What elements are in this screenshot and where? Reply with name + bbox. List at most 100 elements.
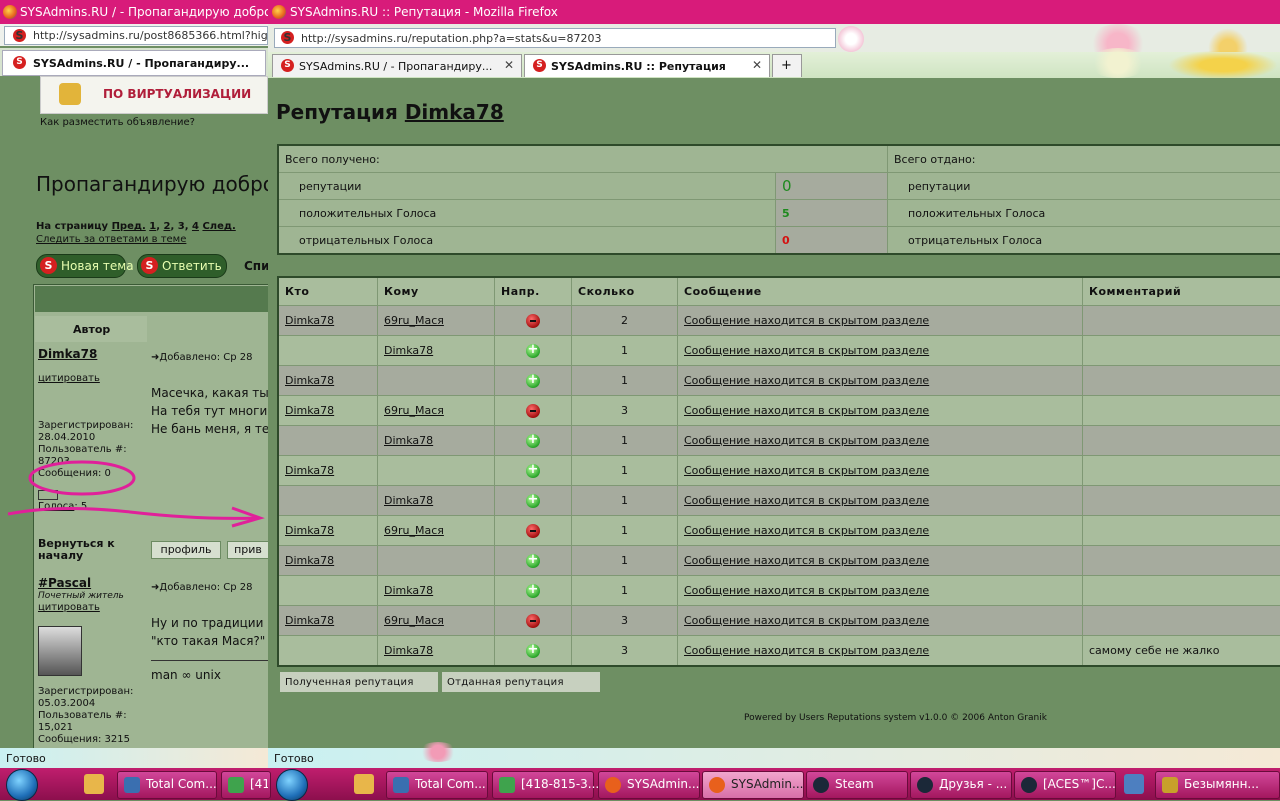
who-cell-text[interactable]: Dimka78: [285, 404, 334, 417]
tab-propaganda[interactable]: S SYSAdmins.RU / - Пропагандиру... ✕: [272, 54, 522, 77]
to-cell-text[interactable]: Dimka78: [384, 434, 433, 447]
topic-title: Пропагандирую добро: [36, 172, 268, 196]
profile-button[interactable]: профиль: [151, 541, 221, 559]
message-cell-text[interactable]: Сообщение находится в скрытом разделе: [684, 464, 929, 477]
post2-author[interactable]: #Pascal: [38, 576, 91, 590]
who-cell-text[interactable]: Dimka78: [285, 524, 334, 537]
post1-quote-link[interactable]: цитировать: [38, 373, 100, 384]
ad-banner[interactable]: ПО ВИРТУАЛИЗАЦИИ: [40, 76, 268, 114]
message-cell: Сообщение находится в скрытом разделе: [678, 576, 1083, 606]
given-header: Всего отдано:: [888, 145, 1280, 173]
pager-page-4[interactable]: 4: [192, 221, 199, 232]
to-cell-text[interactable]: 69ru_Мася: [384, 404, 444, 417]
who-cell-text[interactable]: Dimka78: [285, 554, 334, 567]
trophy-icon: [59, 83, 81, 105]
to-cell: 69ru_Мася: [378, 396, 495, 426]
start-button[interactable]: [0, 768, 46, 800]
negative-vote-icon: [526, 314, 540, 328]
taskbar-chat[interactable]: [418-815-3...: [492, 771, 594, 799]
amount-cell-text: 1: [621, 464, 628, 477]
back-to-top-link[interactable]: Вернуться к началу: [38, 538, 138, 562]
taskbar-steam-friends[interactable]: Друзья - ...: [910, 771, 1012, 799]
post2-quote-link[interactable]: цитировать: [38, 602, 100, 613]
ad-link[interactable]: Как разместить объявление?: [40, 117, 195, 128]
to-cell: 69ru_Мася: [378, 306, 495, 336]
message-cell-text[interactable]: Сообщение находится в скрытом разделе: [684, 644, 929, 657]
pm-button[interactable]: прив: [227, 541, 268, 559]
negative-vote-icon: [526, 614, 540, 628]
taskbar-steam-chat[interactable]: [ACES™]C...: [1014, 771, 1116, 799]
registered-date: 28.04.2010: [38, 432, 133, 444]
to-cell-text[interactable]: Dimka78: [384, 644, 433, 657]
message-cell-text[interactable]: Сообщение находится в скрытом разделе: [684, 374, 929, 387]
list-link-truncated[interactable]: Спи: [244, 259, 268, 273]
to-cell-text[interactable]: Dimka78: [384, 584, 433, 597]
media-player-icon[interactable]: [354, 774, 374, 794]
pager-next-link[interactable]: След.: [202, 221, 235, 232]
post1-author[interactable]: Dimka78: [38, 347, 97, 361]
front-tab-strip: S SYSAdmins.RU / - Пропагандиру... ✕ S S…: [268, 52, 1280, 78]
comment-cell: [1083, 486, 1280, 516]
message-cell-text[interactable]: Сообщение находится в скрытом разделе: [684, 344, 929, 357]
taskbar-steam[interactable]: Steam: [806, 771, 908, 799]
direction-cell: [495, 336, 572, 366]
taskbar-firefox-1[interactable]: SYSAdmin...: [598, 771, 700, 799]
who-cell-text[interactable]: Dimka78: [285, 374, 334, 387]
amount-cell: 3: [572, 636, 678, 667]
pager-page-1[interactable]: 1: [149, 221, 156, 232]
to-cell-text[interactable]: 69ru_Мася: [384, 314, 444, 327]
col-header-amount: Сколько: [572, 277, 678, 306]
message-cell-text[interactable]: Сообщение находится в скрытом разделе: [684, 584, 929, 597]
taskbar-paint[interactable]: Безымянн...: [1155, 771, 1280, 799]
who-cell-text[interactable]: Dimka78: [285, 314, 334, 327]
given-reputation-tab[interactable]: Отданная репутация: [442, 672, 600, 692]
message-cell-text[interactable]: Сообщение находится в скрытом разделе: [684, 314, 929, 327]
message-cell-text[interactable]: Сообщение находится в скрытом разделе: [684, 404, 929, 417]
taskbar-label: [418-815-3...: [521, 777, 599, 791]
post2-line: Ну и по традиции: [151, 614, 265, 632]
close-tab-icon[interactable]: ✕: [752, 58, 762, 72]
page-title-prefix: Репутация: [276, 100, 398, 124]
table-row: Dimka7869ru_Мася3Сообщение находится в с…: [278, 606, 1280, 636]
monitor-icon[interactable]: [1124, 774, 1144, 794]
amount-cell-text: 1: [621, 374, 628, 387]
to-cell-text[interactable]: Dimka78: [384, 344, 433, 357]
close-tab-icon[interactable]: ✕: [504, 58, 514, 72]
to-cell-text[interactable]: Dimka78: [384, 494, 433, 507]
taskbar-item[interactable]: [41: [221, 771, 271, 799]
pager-page-3: 3: [178, 221, 185, 232]
back-url-field[interactable]: S http://sysadmins.ru/post8685366.html?h…: [4, 26, 268, 45]
message-cell-text[interactable]: Сообщение находится в скрытом разделе: [684, 494, 929, 507]
media-player-icon[interactable]: [84, 774, 104, 794]
page-title-user-link[interactable]: Dimka78: [405, 100, 504, 124]
to-cell-text[interactable]: 69ru_Мася: [384, 524, 444, 537]
pager-prev-link[interactable]: Пред.: [112, 221, 146, 232]
post1-line: Масечка, какая ты: [151, 384, 268, 402]
who-cell-text[interactable]: Dimka78: [285, 614, 334, 627]
message-cell-text[interactable]: Сообщение находится в скрытом разделе: [684, 434, 929, 447]
avatar: [38, 626, 82, 676]
taskbar-item[interactable]: Total Com...: [117, 771, 217, 799]
taskbar-firefox-2[interactable]: SYSAdmin...: [702, 771, 804, 799]
amount-cell: 1: [572, 576, 678, 606]
direction-cell: [495, 456, 572, 486]
taskbar-total-commander[interactable]: Total Com...: [386, 771, 488, 799]
start-button[interactable]: [270, 768, 316, 800]
message-cell-text[interactable]: Сообщение находится в скрытом разделе: [684, 554, 929, 567]
message-cell-text[interactable]: Сообщение находится в скрытом разделе: [684, 614, 929, 627]
who-cell-text[interactable]: Dimka78: [285, 464, 334, 477]
to-cell-text[interactable]: 69ru_Мася: [384, 614, 444, 627]
front-title-bar[interactable]: SYSAdmins.RU :: Репутация - Mozilla Fire…: [268, 0, 1280, 24]
pager-page-2[interactable]: 2: [163, 221, 170, 232]
new-tab-button[interactable]: +: [772, 54, 802, 77]
reply-button[interactable]: S Ответить: [137, 254, 227, 278]
comment-cell: [1083, 306, 1280, 336]
new-topic-button[interactable]: S Новая тема: [36, 254, 126, 278]
watch-topic-link[interactable]: Следить за ответами в теме: [36, 234, 186, 245]
message-cell-text[interactable]: Сообщение находится в скрытом разделе: [684, 524, 929, 537]
front-url-field[interactable]: S http://sysadmins.ru/reputation.php?a=s…: [274, 28, 836, 48]
back-tab[interactable]: S SYSAdmins.RU / - Пропагандиру...: [2, 50, 266, 76]
received-reputation-tab[interactable]: Полученная репутация: [280, 672, 438, 692]
amount-cell: 1: [572, 546, 678, 576]
tab-reputation[interactable]: S SYSAdmins.RU :: Репутация ✕: [524, 54, 770, 77]
